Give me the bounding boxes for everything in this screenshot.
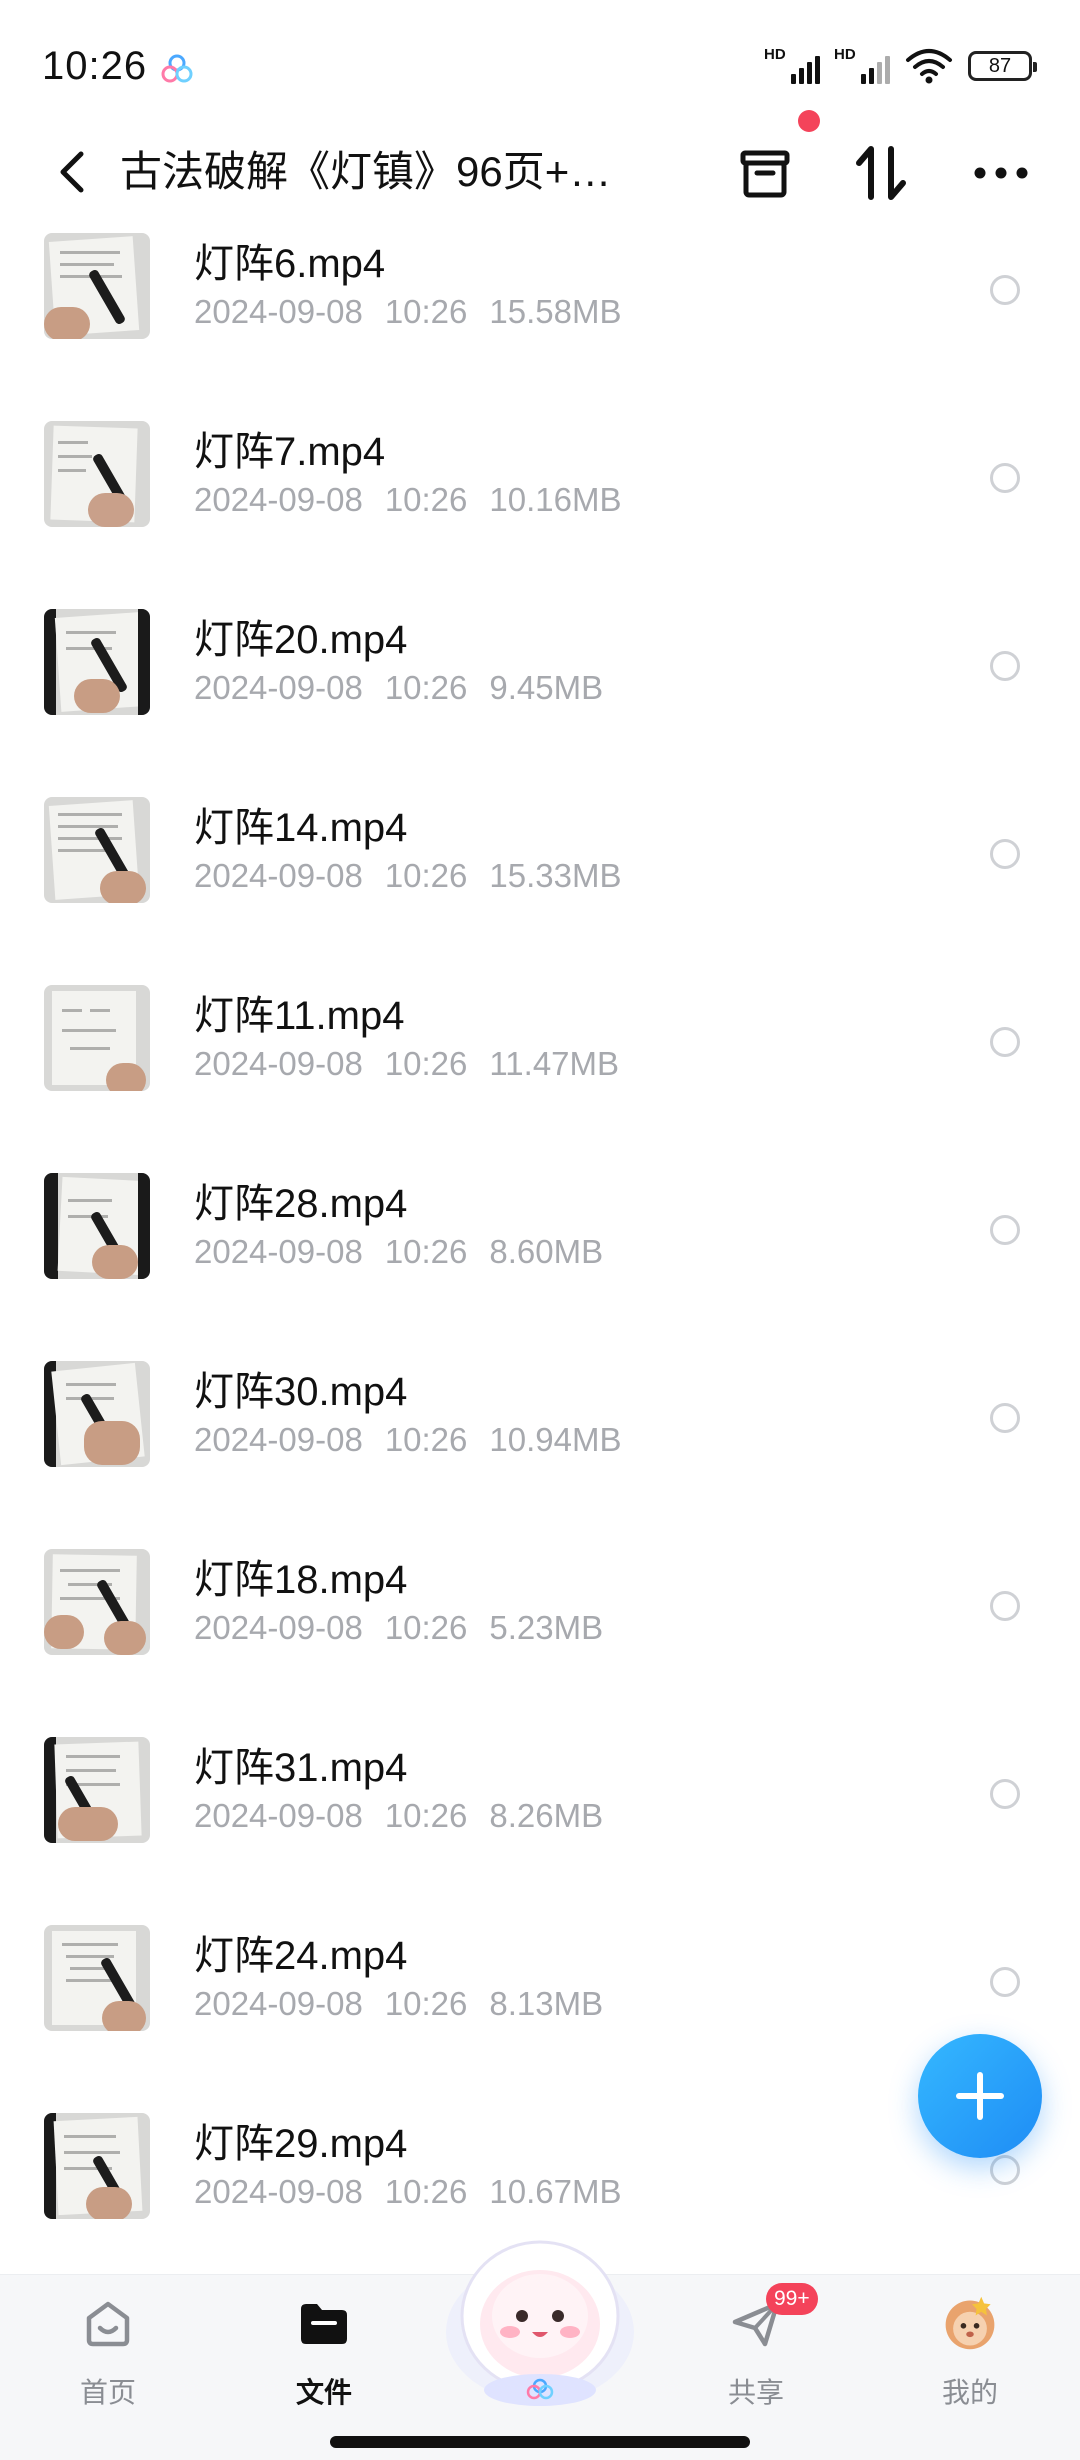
file-row[interactable]: 灯阵28.mp4 2024-09-08 10:26 8.60MB bbox=[0, 1173, 1080, 1361]
nav-share-label: 共享 bbox=[727, 2377, 784, 2408]
file-meta: 2024-09-08 10:26 8.26MB bbox=[194, 1797, 604, 1834]
file-name: 灯阵11.mp4 bbox=[194, 994, 405, 1038]
archive-box-icon bbox=[740, 150, 790, 198]
home-indicator bbox=[330, 2436, 750, 2448]
file-name: 灯阵24.mp4 bbox=[194, 1934, 408, 1978]
select-radio[interactable] bbox=[990, 1779, 1020, 1809]
select-radio[interactable] bbox=[990, 463, 1020, 493]
file-meta: 2024-09-08 10:26 8.60MB bbox=[194, 1233, 604, 1270]
video-thumbnail bbox=[44, 1737, 150, 1843]
file-name: 灯阵6.mp4 bbox=[194, 242, 386, 286]
nav-files[interactable]: 文件 bbox=[254, 2293, 394, 2423]
file-meta: 2024-09-08 10:26 15.58MB bbox=[194, 293, 622, 330]
file-row[interactable]: 灯阵11.mp4 2024-09-08 10:26 11.47MB bbox=[0, 985, 1080, 1173]
video-thumbnail bbox=[44, 1549, 150, 1655]
nav-home-label: 首页 bbox=[79, 2377, 136, 2408]
sort-button[interactable] bbox=[846, 138, 916, 208]
select-radio[interactable] bbox=[990, 1591, 1020, 1621]
file-meta: 2024-09-08 10:26 5.23MB bbox=[194, 1609, 604, 1646]
file-meta: 2024-09-08 10:26 8.13MB bbox=[194, 1985, 604, 2022]
video-thumbnail bbox=[44, 1361, 150, 1467]
add-button[interactable] bbox=[918, 2034, 1042, 2158]
file-row[interactable]: 灯阵30.mp4 2024-09-08 10:26 10.94MB bbox=[0, 1361, 1080, 1549]
file-name: 灯阵29.mp4 bbox=[194, 2122, 408, 2166]
video-thumbnail bbox=[44, 797, 150, 903]
file-name: 灯阵30.mp4 bbox=[194, 1370, 408, 1414]
notification-dot bbox=[798, 110, 820, 132]
select-radio[interactable] bbox=[990, 1967, 1020, 1997]
video-thumbnail bbox=[44, 1925, 150, 2031]
share-badge: 99+ bbox=[766, 2283, 818, 2315]
header: 古法破解《灯镇》96页+… bbox=[0, 120, 1080, 230]
status-icons: HD HD 87 bbox=[764, 44, 1037, 88]
file-row[interactable]: 灯阵31.mp4 2024-09-08 10:26 8.26MB bbox=[0, 1737, 1080, 1925]
file-meta: 2024-09-08 10:26 10.16MB bbox=[194, 481, 622, 518]
more-button[interactable] bbox=[966, 138, 1036, 208]
video-thumbnail bbox=[44, 421, 150, 527]
avatar bbox=[940, 2293, 1000, 2353]
nav-me[interactable]: 我的 bbox=[900, 2293, 1040, 2423]
nav-home[interactable]: 首页 bbox=[38, 2293, 178, 2423]
file-row[interactable]: 灯阵14.mp4 2024-09-08 10:26 15.33MB bbox=[0, 797, 1080, 985]
file-row[interactable]: 灯阵18.mp4 2024-09-08 10:26 5.23MB bbox=[0, 1549, 1080, 1737]
file-meta: 2024-09-08 10:26 10.94MB bbox=[194, 1421, 622, 1458]
select-radio[interactable] bbox=[990, 839, 1020, 869]
video-thumbnail bbox=[44, 1173, 150, 1279]
video-thumbnail bbox=[44, 2113, 150, 2219]
status-time: 10:26 bbox=[42, 44, 148, 88]
cloud-app-icon bbox=[161, 54, 193, 83]
home-icon bbox=[78, 2293, 138, 2353]
sort-icon bbox=[856, 146, 906, 200]
signal-icon: HD bbox=[764, 46, 820, 86]
more-dots-icon bbox=[974, 167, 1028, 179]
nav-files-label: 文件 bbox=[295, 2377, 352, 2408]
file-meta: 2024-09-08 10:26 9.45MB bbox=[194, 669, 604, 706]
file-list: 灯阵6.mp4 2024-09-08 10:26 15.58MB 灯阵7.mp4 2… bbox=[0, 225, 1080, 2270]
file-name: 灯阵28.mp4 bbox=[194, 1182, 408, 1226]
mascot-assistant-button[interactable] bbox=[436, 2220, 644, 2410]
battery-icon: 87 bbox=[968, 51, 1037, 81]
back-arrow-icon bbox=[60, 151, 84, 193]
file-row[interactable]: 灯阵7.mp4 2024-09-08 10:26 10.16MB bbox=[0, 421, 1080, 609]
file-name: 灯阵31.mp4 bbox=[194, 1746, 408, 1790]
signal-icon: HD bbox=[834, 46, 890, 86]
status-bar: 10:26 HD HD 87 bbox=[0, 0, 1080, 130]
file-meta: 2024-09-08 10:26 10.67MB bbox=[194, 2173, 622, 2210]
select-radio[interactable] bbox=[990, 2155, 1020, 2185]
select-radio[interactable] bbox=[990, 1215, 1020, 1245]
folder-title: 古法破解《灯镇》96页+… bbox=[120, 148, 612, 195]
nav-me-label: 我的 bbox=[941, 2377, 998, 2408]
file-row[interactable]: 灯阵20.mp4 2024-09-08 10:26 9.45MB bbox=[0, 609, 1080, 797]
select-radio[interactable] bbox=[990, 651, 1020, 681]
file-name: 灯阵20.mp4 bbox=[194, 618, 408, 662]
archive-button[interactable] bbox=[730, 138, 800, 208]
screen: 10:26 HD HD 87 古法破解《灯镇》96页+… 灯阵6.mp4 202… bbox=[0, 0, 1080, 2460]
back-button[interactable] bbox=[40, 140, 104, 204]
file-name: 灯阵18.mp4 bbox=[194, 1558, 408, 1602]
plus-icon bbox=[956, 2072, 1004, 2120]
video-thumbnail bbox=[44, 233, 150, 339]
select-radio[interactable] bbox=[990, 1403, 1020, 1433]
video-thumbnail bbox=[44, 985, 150, 1091]
wifi-icon bbox=[906, 49, 952, 84]
file-meta: 2024-09-08 10:26 15.33MB bbox=[194, 857, 622, 894]
file-name: 灯阵7.mp4 bbox=[194, 430, 386, 474]
select-radio[interactable] bbox=[990, 1027, 1020, 1057]
battery-level: 87 bbox=[988, 54, 1012, 77]
nav-share[interactable]: 99+ 共享 bbox=[686, 2283, 826, 2423]
file-row[interactable]: 灯阵6.mp4 2024-09-08 10:26 15.58MB bbox=[0, 233, 1080, 421]
file-meta: 2024-09-08 10:26 11.47MB bbox=[194, 1045, 620, 1082]
video-thumbnail bbox=[44, 609, 150, 715]
file-name: 灯阵14.mp4 bbox=[194, 806, 408, 850]
folder-icon bbox=[294, 2293, 354, 2353]
select-radio[interactable] bbox=[990, 275, 1020, 305]
